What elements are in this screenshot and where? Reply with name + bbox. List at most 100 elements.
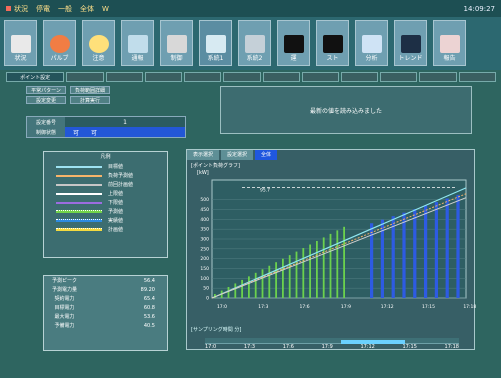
blue-bar	[456, 194, 460, 298]
green-bar	[309, 244, 311, 298]
toolbar-button-6[interactable]: 系統2	[238, 20, 271, 66]
chart-tab-2[interactable]: 全体	[255, 150, 278, 160]
green-bar	[302, 248, 305, 298]
app-window: 状況 停電 一般 全体 W 14:09:27 状況 パルブ 注意 通報 制御 系統1 系統2…	[0, 0, 501, 378]
green-bar	[268, 265, 271, 298]
legend-line	[56, 201, 102, 204]
summary-label: 予測ピーク	[51, 278, 77, 284]
tab-7[interactable]	[301, 72, 340, 82]
summary-label: 目標電力	[54, 305, 75, 311]
toolbar-button-9[interactable]: 分析	[355, 20, 388, 66]
tab-3[interactable]	[144, 72, 183, 82]
legend-panel: 凡例 目標値 負荷予測値 前回計画値 上限値 下限値 予測値 実績値 計画値	[43, 151, 168, 258]
toolbar-button-0[interactable]: 状況	[4, 20, 37, 66]
tab-4[interactable]	[184, 72, 222, 82]
legend-line	[56, 183, 102, 186]
grid-icon	[244, 35, 265, 53]
status-icon	[10, 35, 31, 53]
y-tick-label: 300	[200, 237, 209, 243]
toolbar-button-3[interactable]: 通報	[121, 20, 154, 66]
y-tick-label: 100	[200, 276, 209, 282]
toolbar: 状況 パルブ 注意 通報 制御 系統1 系統2 運 スト 分析 トレンド 報告	[0, 17, 501, 70]
pattern-button[interactable]: 平常パターン	[26, 86, 66, 94]
y-tick-label: 350	[200, 227, 209, 233]
toolbar-button-7[interactable]: 運	[277, 20, 310, 66]
green-bar	[234, 283, 237, 298]
x-tick-label: 17:9	[341, 304, 351, 310]
summary-value: 60.8	[143, 304, 155, 311]
x-tick-label: 17:3	[258, 304, 268, 310]
overlay-label: 95.7	[260, 187, 270, 193]
toolbar-label: パルブ	[50, 55, 69, 62]
alert-icon	[127, 35, 148, 53]
legend-text: 上限値	[108, 191, 124, 197]
black-square-icon	[283, 35, 304, 53]
footer-tick: 17:6	[282, 344, 294, 350]
green-bar	[261, 269, 264, 298]
summary-row: 契約電力 65.4	[44, 294, 167, 303]
legend-text: 実績値	[108, 218, 124, 224]
summary-row: 最大電力 53.6	[44, 312, 167, 321]
chart-icon	[361, 35, 382, 53]
summary-value: 65.4	[143, 295, 155, 302]
control-label: 制御状態	[27, 127, 65, 137]
toolbar-button-11[interactable]: 報告	[433, 20, 466, 66]
green-bar	[282, 258, 284, 298]
normal-title: 一般	[58, 4, 72, 13]
green-bar	[248, 276, 250, 298]
toolbar-label: 通報	[131, 55, 144, 62]
legend-line	[56, 219, 102, 222]
tab-1[interactable]	[66, 72, 104, 82]
legend-line	[56, 165, 102, 168]
valve-icon	[49, 35, 70, 53]
blue-bar	[434, 202, 438, 298]
green-bar	[329, 233, 332, 298]
toolbar-label: 系統1	[207, 55, 224, 62]
range-button[interactable]: 負荷範囲詳細	[70, 86, 110, 94]
tab-2[interactable]	[105, 72, 143, 82]
black-square-icon	[322, 35, 343, 53]
legend-row: 負荷予測値	[44, 171, 167, 180]
summary-value: 53.6	[143, 313, 155, 320]
summary-value: 89.20	[140, 286, 155, 293]
toolbar-label: 注意	[92, 55, 105, 62]
summary-label: 予備電力	[54, 323, 75, 329]
clock: 14:09:27	[463, 4, 495, 13]
legend-row: 計画値	[44, 225, 167, 234]
y-tick-label: 50	[203, 286, 209, 292]
chart-tab-1[interactable]: 設定選択	[221, 150, 254, 160]
tab-10[interactable]	[419, 72, 457, 82]
legend-text: 負荷予測値	[108, 173, 134, 179]
chart-title: [ポイント負荷グラフ]	[191, 163, 240, 169]
toolbar-button-8[interactable]: スト	[316, 20, 349, 66]
summary-label: 契約電力	[54, 296, 75, 302]
blue-bar	[445, 198, 449, 298]
summary-label: 予測電力量	[51, 287, 77, 293]
tab-8[interactable]	[341, 72, 379, 82]
tab-0[interactable]: ポイント設定	[6, 72, 65, 82]
tab-6[interactable]	[262, 72, 300, 82]
y-tick-label: 150	[200, 266, 209, 272]
calculate-button[interactable]: 計算実行	[70, 96, 110, 104]
toolbar-label: 状況	[14, 55, 27, 62]
summary-row: 予備電力 40.5	[44, 321, 167, 330]
info-label: 設定番号	[27, 117, 65, 127]
tab-9[interactable]	[380, 72, 418, 82]
info-table: 設定番号 1 制御状態可可	[26, 116, 186, 138]
x-tick-label: 17:12	[381, 304, 394, 310]
toolbar-button-1[interactable]: パルブ	[43, 20, 76, 66]
footer-tick: 17:12	[360, 344, 375, 350]
toolbar-button-2[interactable]: 注意	[82, 20, 115, 66]
toolbar-label: スト	[326, 55, 339, 62]
tab-11[interactable]	[458, 72, 496, 82]
chart-tab-0[interactable]: 表示選択	[187, 150, 220, 160]
toolbar-label: 分析	[365, 55, 378, 62]
y-tick-label: 250	[200, 246, 209, 252]
toolbar-button-4[interactable]: 制御	[160, 20, 193, 66]
summary-value: 40.5	[143, 322, 155, 329]
settings-button[interactable]: 設定変更	[26, 96, 66, 104]
summary-value: 56.4	[143, 277, 155, 284]
tab-5[interactable]	[223, 72, 261, 82]
toolbar-button-5[interactable]: 系統1	[199, 20, 232, 66]
toolbar-button-10[interactable]: トレンド	[394, 20, 427, 66]
